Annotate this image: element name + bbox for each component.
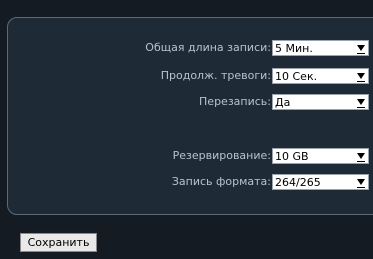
total-record-length-label: Общая длина записи: — [145, 41, 271, 54]
overwrite-value: Да — [275, 96, 291, 109]
alarm-duration-value: 10 Сек. — [275, 70, 318, 83]
total-record-length-value: 5 Мин. — [275, 42, 313, 55]
alarm-duration-label: Продолж. тревоги: — [160, 69, 271, 82]
reservation-value: 10 GB — [275, 150, 309, 163]
setting-row-alarm-duration: Продолж. тревоги: 10 Сек. — [0, 68, 373, 84]
chevron-down-icon[interactable] — [354, 69, 368, 83]
chevron-down-icon[interactable] — [354, 41, 368, 55]
overwrite-select[interactable]: Да — [272, 94, 369, 110]
setting-row-reservation: Резервирование: 10 GB — [0, 148, 373, 164]
setting-row-overwrite: Перезапись: Да — [0, 94, 373, 110]
save-button[interactable]: Сохранить — [20, 233, 97, 252]
setting-row-record-format: Запись формата: 264/265 — [0, 174, 373, 190]
overwrite-label: Перезапись: — [199, 95, 271, 108]
chevron-down-icon[interactable] — [354, 95, 368, 109]
record-format-label: Запись формата: — [171, 175, 271, 188]
total-record-length-select[interactable]: 5 Мин. — [272, 40, 369, 56]
chevron-down-icon[interactable] — [354, 175, 368, 189]
reservation-select[interactable]: 10 GB — [272, 148, 369, 164]
record-format-value: 264/265 — [275, 176, 321, 189]
alarm-duration-select[interactable]: 10 Сек. — [272, 68, 369, 84]
record-format-select[interactable]: 264/265 — [272, 174, 369, 190]
reservation-label: Резервирование: — [172, 149, 271, 162]
chevron-down-icon[interactable] — [354, 149, 368, 163]
setting-row-total-record-length: Общая длина записи: 5 Мин. — [0, 40, 373, 56]
